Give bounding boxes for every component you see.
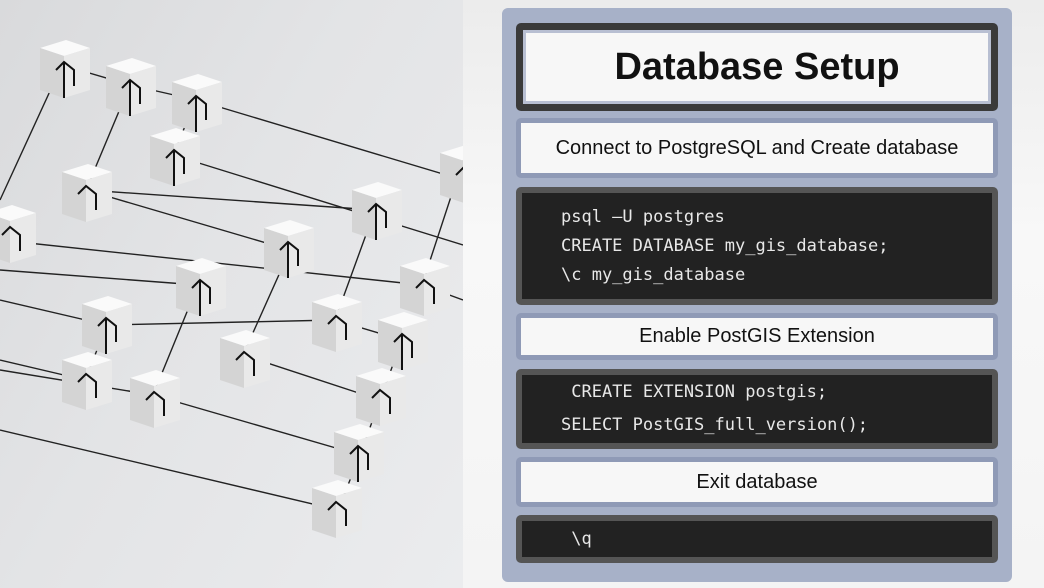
section-heading-label: Connect to PostgreSQL and Create databas…: [555, 136, 959, 159]
section-heading-connect: Connect to PostgreSQL and Create databas…: [516, 118, 998, 178]
code-block-postgis[interactable]: CREATE EXTENSION postgis; SELECT PostGIS…: [516, 369, 998, 449]
title-box: Database Setup: [516, 23, 998, 111]
code-block-connect[interactable]: psql –U postgres CREATE DATABASE my_gis_…: [516, 187, 998, 305]
network-blocks-illustration: [0, 0, 463, 588]
section-heading-label: Exit database: [696, 470, 818, 493]
code-line: SELECT PostGIS_full_version();: [561, 415, 869, 435]
code-line: \c my_gis_database: [561, 264, 746, 285]
network-blocks-icon: [0, 40, 463, 538]
section-heading-exit: Exit database: [516, 457, 998, 507]
code-line: \q: [561, 528, 592, 549]
code-line: psql –U postgres: [561, 206, 725, 227]
code-line: CREATE EXTENSION postgis;: [561, 382, 828, 402]
code-line: CREATE DATABASE my_gis_database;: [561, 235, 889, 256]
section-heading-postgis: Enable PostGIS Extension: [516, 313, 998, 360]
section-heading-label: Enable PostGIS Extension: [639, 325, 875, 347]
code-block-exit[interactable]: \q: [516, 515, 998, 563]
page-title: Database Setup: [614, 45, 900, 88]
